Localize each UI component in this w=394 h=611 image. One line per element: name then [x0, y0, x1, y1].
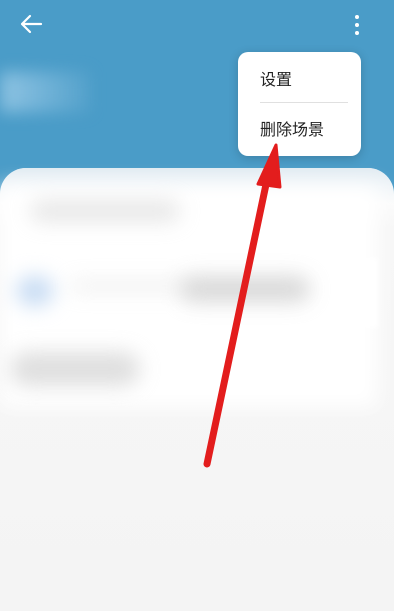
menu-divider	[260, 102, 348, 103]
menu-item-delete-scene[interactable]: 删除场景	[260, 120, 324, 140]
blurred-title	[0, 72, 90, 112]
blurred-text-line	[70, 280, 190, 292]
blurred-edge-panel	[362, 258, 378, 328]
blurred-text-line	[10, 352, 140, 386]
menu-item-settings[interactable]: 设置	[260, 70, 292, 90]
blurred-value	[180, 276, 310, 302]
more-vertical-icon	[355, 15, 359, 35]
back-button[interactable]	[14, 8, 48, 42]
blurred-icon	[16, 276, 54, 306]
blurred-text-line	[30, 200, 180, 222]
more-button[interactable]	[344, 10, 370, 40]
arrow-left-icon	[20, 14, 43, 34]
overflow-menu: 设置 删除场景	[238, 52, 361, 156]
